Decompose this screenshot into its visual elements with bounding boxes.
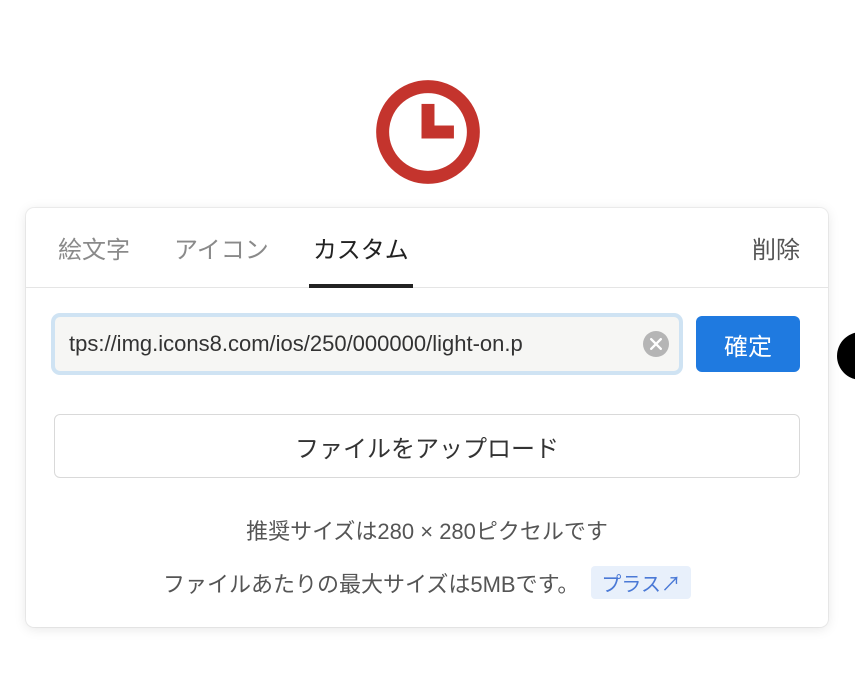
url-input[interactable] [69, 331, 633, 357]
close-icon [650, 338, 662, 350]
remove-icon-button[interactable]: 削除 [752, 230, 800, 265]
clear-input-button[interactable] [643, 331, 669, 357]
custom-panel: 確定 ファイルをアップロード 推奨サイズは280 × 280ピクセルです ファイ… [26, 288, 828, 599]
icon-picker-popover: 絵文字 アイコン カスタム 削除 確定 ファイルをアップロード 推奨サイズは28… [26, 208, 828, 627]
clock-icon [374, 78, 482, 186]
side-handle [837, 332, 855, 380]
url-input-wrap [54, 316, 680, 372]
url-row: 確定 [54, 316, 800, 372]
tab-emoji[interactable]: 絵文字 [54, 208, 134, 287]
hint-maxsize-text: ファイルあたりの最大サイズは5MBです。 [163, 567, 579, 599]
upload-file-button[interactable]: ファイルをアップロード [54, 414, 800, 478]
hint-maxsize-row: ファイルあたりの最大サイズは5MBです。 プラス↗ [54, 566, 800, 599]
tab-icon[interactable]: アイコン [170, 208, 273, 287]
page-icon-preview[interactable] [0, 0, 855, 186]
tab-custom[interactable]: カスタム [309, 208, 413, 287]
hint-recommended: 推奨サイズは280 × 280ピクセルです [54, 514, 800, 546]
hint-recommended-text: 推奨サイズは280 × 280ピクセルです [246, 514, 608, 546]
confirm-button[interactable]: 確定 [696, 316, 800, 372]
plus-badge[interactable]: プラス↗ [591, 566, 691, 599]
tab-bar: 絵文字 アイコン カスタム 削除 [26, 208, 828, 288]
